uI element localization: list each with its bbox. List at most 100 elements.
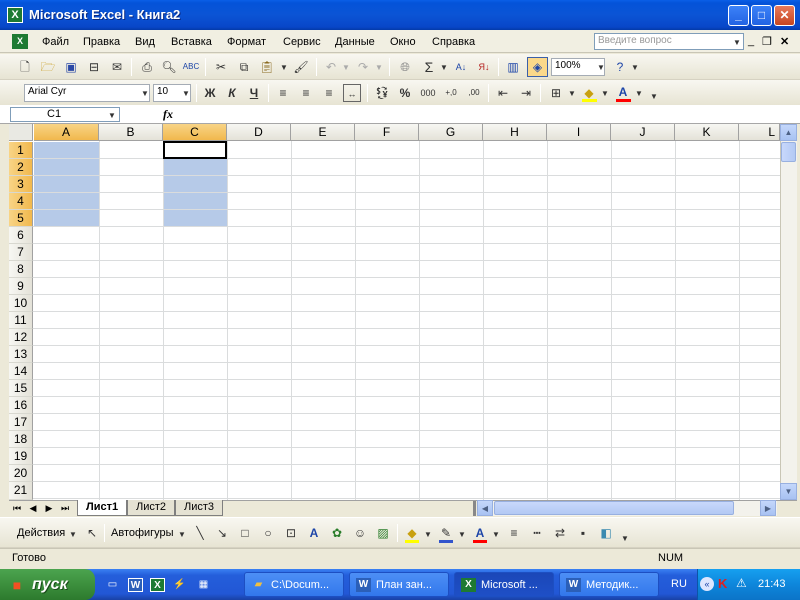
- language-indicator[interactable]: RU: [671, 578, 687, 590]
- name-box[interactable]: C1: [10, 107, 120, 122]
- row-header-9[interactable]: 9: [9, 278, 33, 295]
- first-sheet-icon[interactable]: ⏮: [11, 502, 23, 515]
- sort-ascending-icon[interactable]: A↓: [452, 58, 470, 76]
- decrease-indent-icon[interactable]: ⇤: [494, 84, 512, 102]
- draw-fill-dropdown-icon[interactable]: ▼: [424, 530, 432, 539]
- drawing-icon[interactable]: ◈: [527, 57, 548, 77]
- column-header-b[interactable]: B: [99, 124, 163, 141]
- vertical-scroll-thumb[interactable]: [781, 142, 796, 162]
- vertical-scrollbar[interactable]: [780, 124, 797, 500]
- line-icon[interactable]: ╲: [191, 524, 209, 542]
- email-icon[interactable]: ✉: [108, 58, 126, 76]
- column-header-h[interactable]: H: [483, 124, 547, 141]
- help-question-input[interactable]: Введите вопрос: [594, 33, 744, 50]
- column-header-a[interactable]: A: [34, 124, 99, 141]
- chart-wizard-icon[interactable]: ▥: [504, 58, 522, 76]
- redo-icon[interactable]: ↷: [354, 58, 372, 76]
- arrow-style-icon[interactable]: ⇄: [551, 524, 569, 542]
- column-header-j[interactable]: J: [611, 124, 675, 141]
- close-button[interactable]: ✕: [774, 5, 795, 26]
- decrease-decimal-icon[interactable]: ,00: [465, 84, 483, 102]
- prev-sheet-icon[interactable]: ◀: [27, 502, 39, 515]
- column-header-i[interactable]: I: [547, 124, 611, 141]
- doc-close-button[interactable]: ✕: [780, 35, 789, 48]
- row-header-7[interactable]: 7: [9, 244, 33, 261]
- row-header-14[interactable]: 14: [9, 363, 33, 380]
- new-icon[interactable]: 🗋: [16, 58, 34, 76]
- undo-dropdown-icon[interactable]: ▼: [342, 63, 350, 72]
- minimize-button[interactable]: _: [728, 5, 749, 26]
- column-header-d[interactable]: D: [227, 124, 291, 141]
- sort-descending-icon[interactable]: Я↓: [475, 58, 493, 76]
- column-header-c[interactable]: C: [163, 124, 227, 141]
- winamp-icon[interactable]: ⚡: [172, 578, 187, 592]
- increase-indent-icon[interactable]: ⇥: [517, 84, 535, 102]
- worksheet-grid[interactable]: [9, 124, 780, 500]
- wordart-icon[interactable]: A: [305, 524, 323, 542]
- oval-icon[interactable]: ○: [259, 524, 277, 542]
- autoshapes-menu[interactable]: Автофигуры: [111, 527, 174, 539]
- next-sheet-icon[interactable]: ▶: [43, 502, 55, 515]
- line-color-dropdown-icon[interactable]: ▼: [458, 530, 466, 539]
- cut-icon[interactable]: ✂: [212, 58, 230, 76]
- draw-actions-menu[interactable]: Действия: [17, 527, 65, 539]
- last-sheet-icon[interactable]: ⏭: [59, 502, 71, 515]
- permission-icon[interactable]: ⊟: [85, 58, 103, 76]
- bold-button[interactable]: Ж: [201, 84, 219, 102]
- menu-window[interactable]: Окно: [390, 36, 416, 48]
- paste-icon[interactable]: 📋︎: [258, 58, 276, 76]
- row-header-6[interactable]: 6: [9, 227, 33, 244]
- row-header-4[interactable]: 4: [9, 193, 33, 210]
- row-header-2[interactable]: 2: [9, 159, 33, 176]
- doc-restore-button[interactable]: ❐: [762, 35, 772, 48]
- increase-decimal-icon[interactable]: +,0: [442, 84, 460, 102]
- menu-view[interactable]: Вид: [135, 36, 155, 48]
- column-header-f[interactable]: F: [355, 124, 419, 141]
- row-header-19[interactable]: 19: [9, 448, 33, 465]
- open-icon[interactable]: 🗁: [39, 58, 57, 76]
- workbook-icon[interactable]: X: [12, 34, 28, 49]
- row-header-15[interactable]: 15: [9, 380, 33, 397]
- network-icon[interactable]: ⚠: [736, 576, 747, 590]
- row-header-13[interactable]: 13: [9, 346, 33, 363]
- menu-tools[interactable]: Сервис: [283, 36, 321, 48]
- desktop-icon[interactable]: ▭: [105, 578, 120, 592]
- textbox-icon[interactable]: ⊡: [282, 524, 300, 542]
- print-preview-icon[interactable]: 🔍︎: [160, 58, 178, 76]
- font-select[interactable]: Arial Cyr: [24, 84, 150, 102]
- undo-icon[interactable]: ↶: [322, 58, 340, 76]
- line-style-icon[interactable]: ≡: [505, 524, 523, 542]
- thousands-button[interactable]: 000: [419, 84, 437, 102]
- scroll-up-arrow-icon[interactable]: ▲: [780, 124, 797, 141]
- column-header-l[interactable]: L: [739, 124, 780, 141]
- fill-dropdown-icon[interactable]: ▼: [601, 89, 609, 98]
- row-header-5[interactable]: 5: [9, 210, 33, 227]
- sheet-tab-1[interactable]: Лист1: [77, 500, 128, 516]
- excel-app-icon[interactable]: X: [7, 7, 23, 23]
- font-dropdown-icon[interactable]: ▼: [141, 89, 149, 98]
- rectangle-icon[interactable]: □: [236, 524, 254, 542]
- scroll-right-arrow-icon[interactable]: ▶: [760, 500, 776, 516]
- print-icon[interactable]: ⎙: [138, 58, 156, 76]
- help-dropdown-icon[interactable]: ▼: [631, 63, 639, 72]
- tray-expand-icon[interactable]: «: [700, 577, 714, 591]
- spelling-icon[interactable]: ABC: [182, 58, 200, 76]
- redo-dropdown-icon[interactable]: ▼: [375, 63, 383, 72]
- align-left-icon[interactable]: ≡: [274, 84, 292, 102]
- autoshapes-dropdown-icon[interactable]: ▼: [178, 530, 186, 539]
- row-header-20[interactable]: 20: [9, 465, 33, 482]
- underline-button[interactable]: Ч: [245, 84, 263, 102]
- save-icon[interactable]: ▣: [62, 58, 80, 76]
- actions-dropdown-icon[interactable]: ▼: [69, 530, 77, 539]
- autosum-icon[interactable]: Σ: [420, 58, 438, 76]
- paste-dropdown-icon[interactable]: ▼: [280, 63, 288, 72]
- row-header-18[interactable]: 18: [9, 431, 33, 448]
- diagram-icon[interactable]: ✿: [328, 524, 346, 542]
- drawing-options-icon[interactable]: ▼: [621, 534, 629, 543]
- italic-button[interactable]: К: [223, 84, 241, 102]
- excel-icon[interactable]: X: [150, 578, 165, 592]
- scroll-left-arrow-icon[interactable]: ◀: [477, 500, 493, 516]
- hyperlink-icon[interactable]: 🌐︎: [396, 58, 414, 76]
- format-painter-icon[interactable]: 🖌︎: [292, 58, 310, 76]
- borders-dropdown-icon[interactable]: ▼: [568, 89, 576, 98]
